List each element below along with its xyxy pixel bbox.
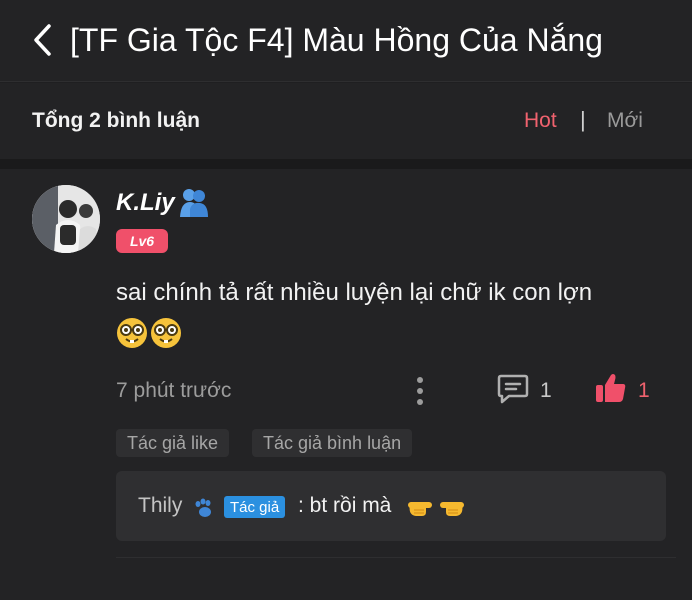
- chevron-left-icon[interactable]: [28, 22, 56, 58]
- top-bar: [TF Gia Tộc F4] Màu Hồng Của Nắng: [0, 0, 692, 82]
- backhand-index-pointing-right-icon: [408, 502, 432, 516]
- nerd-face-icon: [117, 318, 147, 348]
- like-count: 1: [638, 379, 650, 402]
- comment-count-label: Tổng 2 bình luận: [32, 109, 200, 132]
- avatar[interactable]: [32, 185, 100, 253]
- reply-emojis: [406, 493, 466, 519]
- reply-author-name[interactable]: Thily: [138, 494, 182, 518]
- comment-timestamp: 7 phút trước: [116, 379, 232, 402]
- thumbs-up-icon[interactable]: [594, 371, 628, 405]
- comment-divider: [116, 557, 676, 558]
- page-title: [TF Gia Tộc F4] Màu Hồng Của Nắng: [70, 22, 603, 58]
- author-reply-tag: Tác giả bình luận: [252, 429, 413, 457]
- people-hugging-icon: [178, 187, 210, 217]
- author-badge: Tác giả: [224, 496, 286, 518]
- sort-new-tab[interactable]: Mới: [607, 109, 643, 133]
- comment-emojis: [116, 317, 182, 351]
- reply-text: : bt rồi mà: [298, 494, 392, 517]
- nerd-face-icon: [151, 318, 181, 348]
- sort-separator: |: [580, 107, 586, 132]
- reply-preview[interactable]: Thily Tác giả : bt rồi mà: [116, 471, 666, 541]
- backhand-index-pointing-left-icon: [440, 502, 464, 516]
- section-divider: [0, 159, 692, 169]
- sort-hot-tab[interactable]: Hot: [524, 109, 557, 133]
- author-like-tag: Tác giả like: [116, 429, 230, 457]
- reply-comment-icon[interactable]: [496, 373, 530, 405]
- level-badge: Lv6: [116, 229, 168, 253]
- paw-icon: [192, 498, 216, 518]
- reply-count: 1: [540, 379, 552, 402]
- more-vertical-icon[interactable]: [410, 375, 430, 407]
- comment-username[interactable]: K.Liy: [116, 189, 175, 217]
- comment-item: K.Liy Lv6 sai chính tả rất nhiều luyện l…: [0, 169, 692, 600]
- comments-summary-bar: Tổng 2 bình luận Hot | Mới: [0, 83, 692, 159]
- comment-text: sai chính tả rất nhiều luyện lại chữ ik …: [116, 279, 593, 306]
